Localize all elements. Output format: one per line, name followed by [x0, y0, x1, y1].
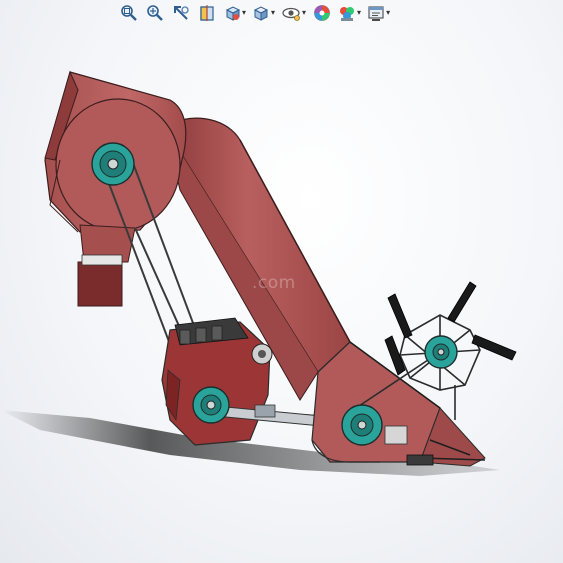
upper-pulley[interactable] — [91, 142, 135, 186]
header-pulley[interactable] — [341, 404, 383, 446]
engine[interactable] — [161, 317, 273, 446]
watermark-text: .com — [252, 273, 296, 293]
reel-pulley[interactable] — [424, 335, 458, 369]
outlet-chute[interactable] — [77, 224, 136, 307]
engine-pulley[interactable] — [192, 386, 230, 424]
